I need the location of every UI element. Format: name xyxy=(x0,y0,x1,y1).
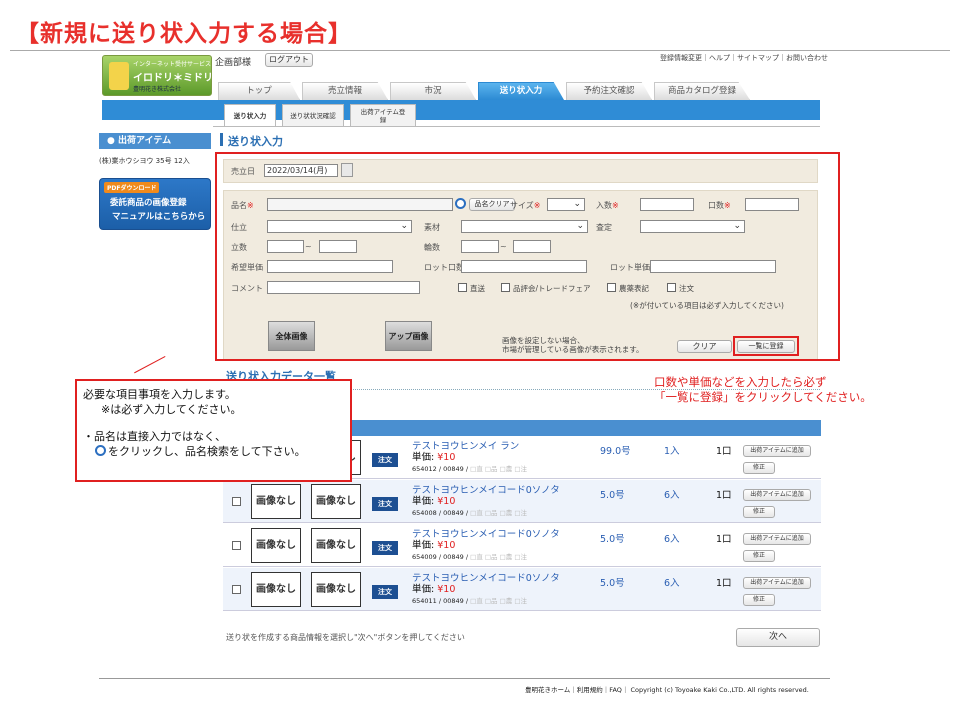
row-image-1[interactable]: 画像なし xyxy=(251,572,301,607)
order-badge: 注文 xyxy=(372,453,398,467)
content-divider xyxy=(213,126,820,127)
title-divider xyxy=(10,50,950,51)
callout-line4: をクリックし、品名検索をして下さい。 xyxy=(83,444,344,459)
kuchi-value: 1口 xyxy=(716,534,732,545)
subtab-invoice-input[interactable]: 送り状入力 xyxy=(224,104,276,127)
edit-button[interactable]: 修正 xyxy=(743,462,775,474)
irisu-value: 6入 xyxy=(664,490,680,501)
pdf-line1: 委託商品の画像登録 xyxy=(110,198,187,208)
tab-reservation[interactable]: 予約注文確認 xyxy=(566,82,652,100)
logo-line2: イロドリ＊ミドリ xyxy=(133,73,213,84)
tab-top[interactable]: トップ xyxy=(218,82,300,100)
table-row: 画像なし 画像なし 注文 テストヨウヒンメイコード0ソノタ 単価: ¥10 65… xyxy=(223,568,821,611)
edit-button[interactable]: 修正 xyxy=(743,506,775,518)
sidebar-heading-label: 出荷アイテム xyxy=(118,136,172,146)
size-value: 99.0号 xyxy=(600,446,631,457)
tab-invoice-input[interactable]: 送り状入力 xyxy=(478,82,564,100)
footer: 豊明花きホーム｜利用規約｜FAQ｜ Copyright (c) Toyoake … xyxy=(525,686,809,694)
logo-mark xyxy=(109,62,129,90)
irisu-value: 1入 xyxy=(664,446,680,457)
add-item-button[interactable]: 出荷アイテムに追加 xyxy=(743,445,811,457)
list-instruction: 送り状を作成する商品情報を選択し"次へ"ボタンを押してください xyxy=(226,633,465,642)
edit-button[interactable]: 修正 xyxy=(743,594,775,606)
product-code: 654011 / 00849 / □直 □品 □農 □注 xyxy=(412,597,527,605)
user-name: 企画部様 xyxy=(215,58,252,68)
tab-market[interactable]: 市況 xyxy=(390,82,476,100)
kuchi-value: 1口 xyxy=(716,578,732,589)
kuchi-value: 1口 xyxy=(716,446,732,457)
annotation-line2: 「一覧に登録」をクリックしてください。 xyxy=(654,390,872,404)
add-item-button[interactable]: 出荷アイテムに追加 xyxy=(743,533,811,545)
add-item-button[interactable]: 出荷アイテムに追加 xyxy=(743,577,811,589)
edit-button[interactable]: 修正 xyxy=(743,550,775,562)
row-checkbox[interactable] xyxy=(232,585,241,594)
callout-line1: 必要な項目事項を入力します。 xyxy=(83,388,236,401)
price-line: 単価: ¥10 xyxy=(412,496,456,507)
input-highlight xyxy=(215,152,840,361)
product-code: 654012 / 00849 / □直 □品 □農 □注 xyxy=(412,465,527,473)
row-image-2[interactable]: 画像なし xyxy=(311,528,361,563)
logo-line3: 豊明花き株式会社 xyxy=(133,86,182,93)
product-code: 654008 / 00849 / □直 □品 □農 □注 xyxy=(412,509,527,517)
logout-button[interactable]: ログアウト xyxy=(265,53,313,67)
pdf-badge: PDFダウンロード xyxy=(104,182,160,193)
size-value: 5.0号 xyxy=(600,534,625,545)
kuchi-value: 1口 xyxy=(716,490,732,501)
pdf-manual-button[interactable]: PDFダウンロード 委託商品の画像登録 マニュアルはこちらから xyxy=(99,178,211,230)
size-value: 5.0号 xyxy=(600,490,625,501)
section-title: 送り状入力 xyxy=(228,135,283,148)
order-badge: 注文 xyxy=(372,497,398,511)
site-logo[interactable]: インターネット受付サービス イロドリ＊ミドリ 豊明花き株式会社 xyxy=(102,55,213,96)
subtab-item-register[interactable]: 出荷アイテム登録 xyxy=(350,104,416,126)
sidebar-heading: ● 出荷アイテム xyxy=(99,133,211,149)
pdf-line2: マニュアルはこちらから xyxy=(112,212,206,222)
irisu-value: 6入 xyxy=(664,578,680,589)
row-image-1[interactable]: 画像なし xyxy=(251,528,301,563)
next-button[interactable]: 次へ xyxy=(736,628,820,647)
add-item-button[interactable]: 出荷アイテムに追加 xyxy=(743,489,811,501)
register-annotation: 口数や単価などを入力したら必ず 「一覧に登録」をクリックしてください。 xyxy=(654,375,872,405)
nav-bar xyxy=(102,100,820,120)
table-row: 画像なし 画像なし 注文 テストヨウヒンメイコード0ソノタ 単価: ¥10 65… xyxy=(223,524,821,567)
row-image-2[interactable]: 画像なし xyxy=(311,484,361,519)
row-image-1[interactable]: 画像なし xyxy=(251,484,301,519)
row-checkbox[interactable] xyxy=(232,497,241,506)
irisu-value: 6入 xyxy=(664,534,680,545)
tab-sales-info[interactable]: 売立情報 xyxy=(302,82,388,100)
callout-line3: ・品名は直接入力ではなく、 xyxy=(83,430,226,443)
annotation-line1: 口数や単価などを入力したら必ず xyxy=(654,375,827,389)
product-code: 654009 / 00849 / □直 □品 □農 □注 xyxy=(412,553,527,561)
table-row: 画像なし 画像なし 注文 テストヨウヒンメイコード0ソノタ 単価: ¥10 65… xyxy=(223,480,821,523)
top-links[interactable]: 登録情報変更｜ヘルプ｜サイトマップ｜お問い合わせ xyxy=(660,53,828,63)
subtab-invoice-status[interactable]: 送り状状況確認 xyxy=(282,104,344,126)
callout-pointer xyxy=(134,356,166,374)
footer-divider xyxy=(99,678,830,679)
row-image-2[interactable]: 画像なし xyxy=(311,572,361,607)
sidebar-item[interactable]: (株)業ホウシヨウ 35号 12入 xyxy=(99,156,190,166)
price-line: 単価: ¥10 xyxy=(412,584,456,595)
section-marker xyxy=(220,133,223,146)
size-value: 5.0号 xyxy=(600,578,625,589)
tab-catalog[interactable]: 商品カタログ登録 xyxy=(654,82,750,100)
row-checkbox[interactable] xyxy=(232,541,241,550)
price-line: 単価: ¥10 xyxy=(412,452,456,463)
callout-line2: ※は必ず入力してください。 xyxy=(101,403,242,416)
order-badge: 注文 xyxy=(372,585,398,599)
search-icon xyxy=(95,445,106,456)
price-line: 単価: ¥10 xyxy=(412,540,456,551)
slide-title: 【新規に送り状入力する場合】 xyxy=(16,21,352,47)
logo-line1: インターネット受付サービス xyxy=(133,61,212,68)
order-badge: 注文 xyxy=(372,541,398,555)
instruction-callout: 必要な項目事項を入力します。 ※は必ず入力してください。 ・品名は直接入力ではな… xyxy=(75,379,352,482)
